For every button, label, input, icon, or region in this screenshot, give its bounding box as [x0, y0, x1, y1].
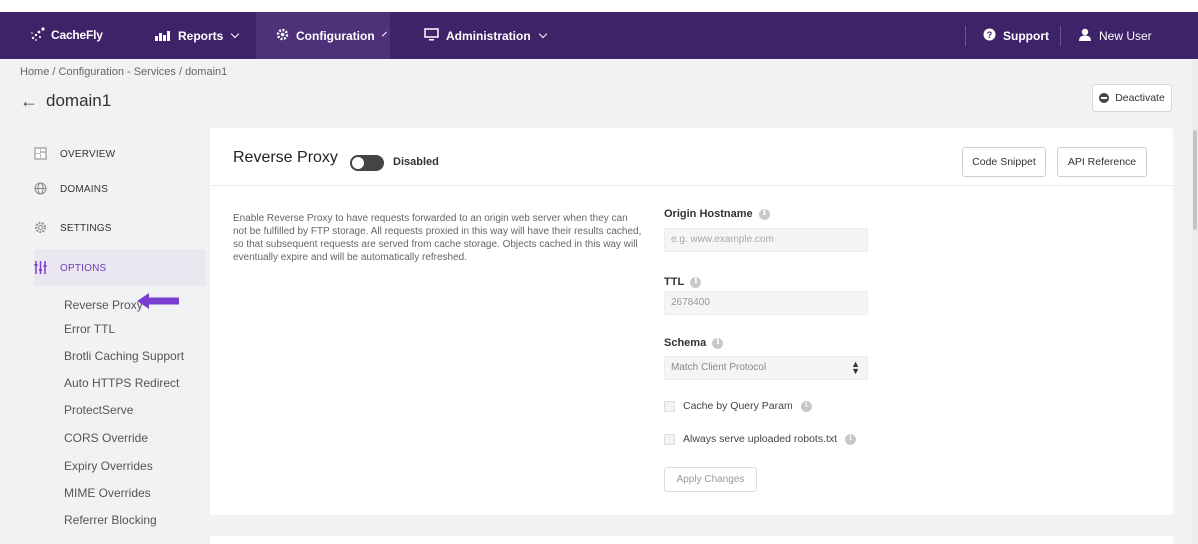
minus-circle-icon [1099, 93, 1110, 103]
sidebar-item-settings[interactable]: SETTINGS [34, 210, 112, 246]
sidebar-subitem-auto-https[interactable]: Auto HTTPS Redirect [64, 376, 179, 390]
info-icon[interactable] [845, 433, 857, 445]
gear-icon [276, 28, 289, 44]
serve-robots-checkbox[interactable]: Always serve uploaded robots.txt [664, 433, 857, 445]
info-icon[interactable] [690, 276, 702, 288]
schema-select-value: Match Client Protocol [671, 362, 767, 373]
nav-configuration-label: Configuration [296, 28, 375, 43]
cachefly-logo-icon [30, 26, 48, 44]
sidebar-item-label: DOMAINS [60, 183, 109, 195]
card-title: Reverse Proxy [233, 149, 338, 166]
origin-hostname-label-text: Origin Hostname [664, 208, 753, 220]
sidebar-subitem-error-ttl[interactable]: Error TTL [64, 322, 115, 336]
cache-by-query-param-label: Cache by Query Param [683, 400, 793, 412]
ttl-label-text: TTL [664, 276, 685, 288]
page-title-row: ← domain1 [20, 86, 138, 116]
apply-changes-button[interactable]: Apply Changes [664, 467, 757, 492]
globe-icon [34, 182, 48, 196]
sidebar-item-options[interactable]: OPTIONS [34, 250, 106, 286]
sidebar-subitem-expiry-overrides[interactable]: Expiry Overrides [64, 459, 153, 473]
code-snippet-button[interactable]: Code Snippet [962, 147, 1046, 177]
back-arrow-icon[interactable]: ← [20, 91, 38, 112]
sidebar-subitem-referrer-blocking[interactable]: Referrer Blocking [64, 513, 157, 527]
toggle-status: Disabled [393, 156, 439, 168]
select-caret-icon: ▲ ▼ [851, 359, 860, 376]
nav-reports[interactable]: Reports [155, 24, 240, 48]
help-icon: ? [983, 28, 996, 44]
chevron-down-icon [538, 29, 547, 39]
nav-user-label: New User [1099, 29, 1152, 43]
nav-reports-label: Reports [178, 29, 224, 43]
overview-icon [34, 147, 48, 161]
top-strip [0, 0, 1198, 12]
sidebar-item-label: SETTINGS [60, 222, 112, 234]
nav-configuration[interactable]: Configuration [256, 12, 390, 59]
nav-administration[interactable]: Administration [424, 24, 547, 48]
top-nav: CacheFly Reports Configuration Administr… [0, 0, 1198, 59]
svg-text:?: ? [987, 30, 993, 40]
serve-robots-label: Always serve uploaded robots.txt [683, 433, 838, 445]
checkbox-box[interactable] [664, 433, 675, 445]
ttl-input[interactable]: 2678400 [664, 291, 868, 315]
nav-support-label: Support [1003, 29, 1049, 43]
info-icon[interactable] [800, 400, 812, 412]
info-icon[interactable] [758, 208, 770, 220]
sliders-icon [34, 261, 48, 275]
pointer-arrow-icon [137, 293, 179, 309]
cache-by-query-param-checkbox[interactable]: Cache by Query Param [664, 400, 812, 412]
schema-select[interactable]: Match Client Protocol ▲ ▼ [664, 356, 868, 380]
nav-divider [965, 26, 966, 46]
nav-user[interactable]: New User [1078, 24, 1152, 48]
sidebar-item-label: OVERVIEW [60, 148, 116, 160]
page-title: domain1 [46, 91, 112, 110]
sidebar-subitem-reverse-proxy[interactable]: Reverse Proxy [64, 298, 143, 312]
monitor-icon [424, 28, 439, 44]
api-reference-button[interactable]: API Reference [1057, 147, 1147, 177]
sidebar-subitem-protectserve[interactable]: ProtectServe [64, 403, 133, 417]
sidebar-subitem-brotli[interactable]: Brotli Caching Support [64, 349, 184, 363]
sidebar-item-overview[interactable]: OVERVIEW [34, 136, 115, 172]
breadcrumb[interactable]: Home / Configuration - Services / domain… [20, 66, 227, 78]
gear-icon [34, 221, 48, 235]
chevron-down-icon [381, 31, 387, 36]
schema-label: Schema [664, 337, 724, 349]
reverse-proxy-card: Reverse Proxy Disabled Code Snippet API … [210, 128, 1173, 515]
checkbox-box[interactable] [664, 400, 675, 412]
description-text: Enable Reverse Proxy to have requests fo… [233, 213, 642, 263]
sidebar-subitem-mime-overrides[interactable]: MIME Overrides [64, 486, 151, 500]
logo-text: CacheFly [51, 28, 103, 42]
origin-hostname-label: Origin Hostname [664, 208, 770, 220]
sidebar-item-domains[interactable]: DOMAINS [34, 171, 108, 207]
deactivate-button[interactable]: Deactivate [1092, 84, 1172, 112]
logo[interactable]: CacheFly [30, 22, 103, 48]
info-icon[interactable] [712, 337, 724, 349]
nav-support[interactable]: ? Support [983, 24, 1049, 48]
card-header: Reverse Proxy Disabled Code Snippet API … [210, 128, 1173, 186]
deactivate-label: Deactivate [1115, 92, 1165, 104]
nav-administration-label: Administration [446, 29, 531, 43]
chevron-down-icon [231, 29, 240, 39]
user-icon [1078, 28, 1092, 44]
next-card [210, 536, 1173, 544]
origin-hostname-input[interactable]: e.g. www.example.com [664, 228, 868, 252]
scrollbar-thumb[interactable] [1193, 130, 1197, 230]
reverse-proxy-toggle[interactable] [350, 155, 384, 171]
nav-divider [1060, 26, 1061, 46]
schema-label-text: Schema [664, 337, 707, 349]
page-scrollbar[interactable] [1192, 60, 1198, 544]
sidebar-subitem-cors-override[interactable]: CORS Override [64, 431, 148, 445]
reports-icon [155, 29, 171, 44]
sidebar-item-label: OPTIONS [60, 262, 107, 274]
ttl-label: TTL [664, 276, 702, 288]
